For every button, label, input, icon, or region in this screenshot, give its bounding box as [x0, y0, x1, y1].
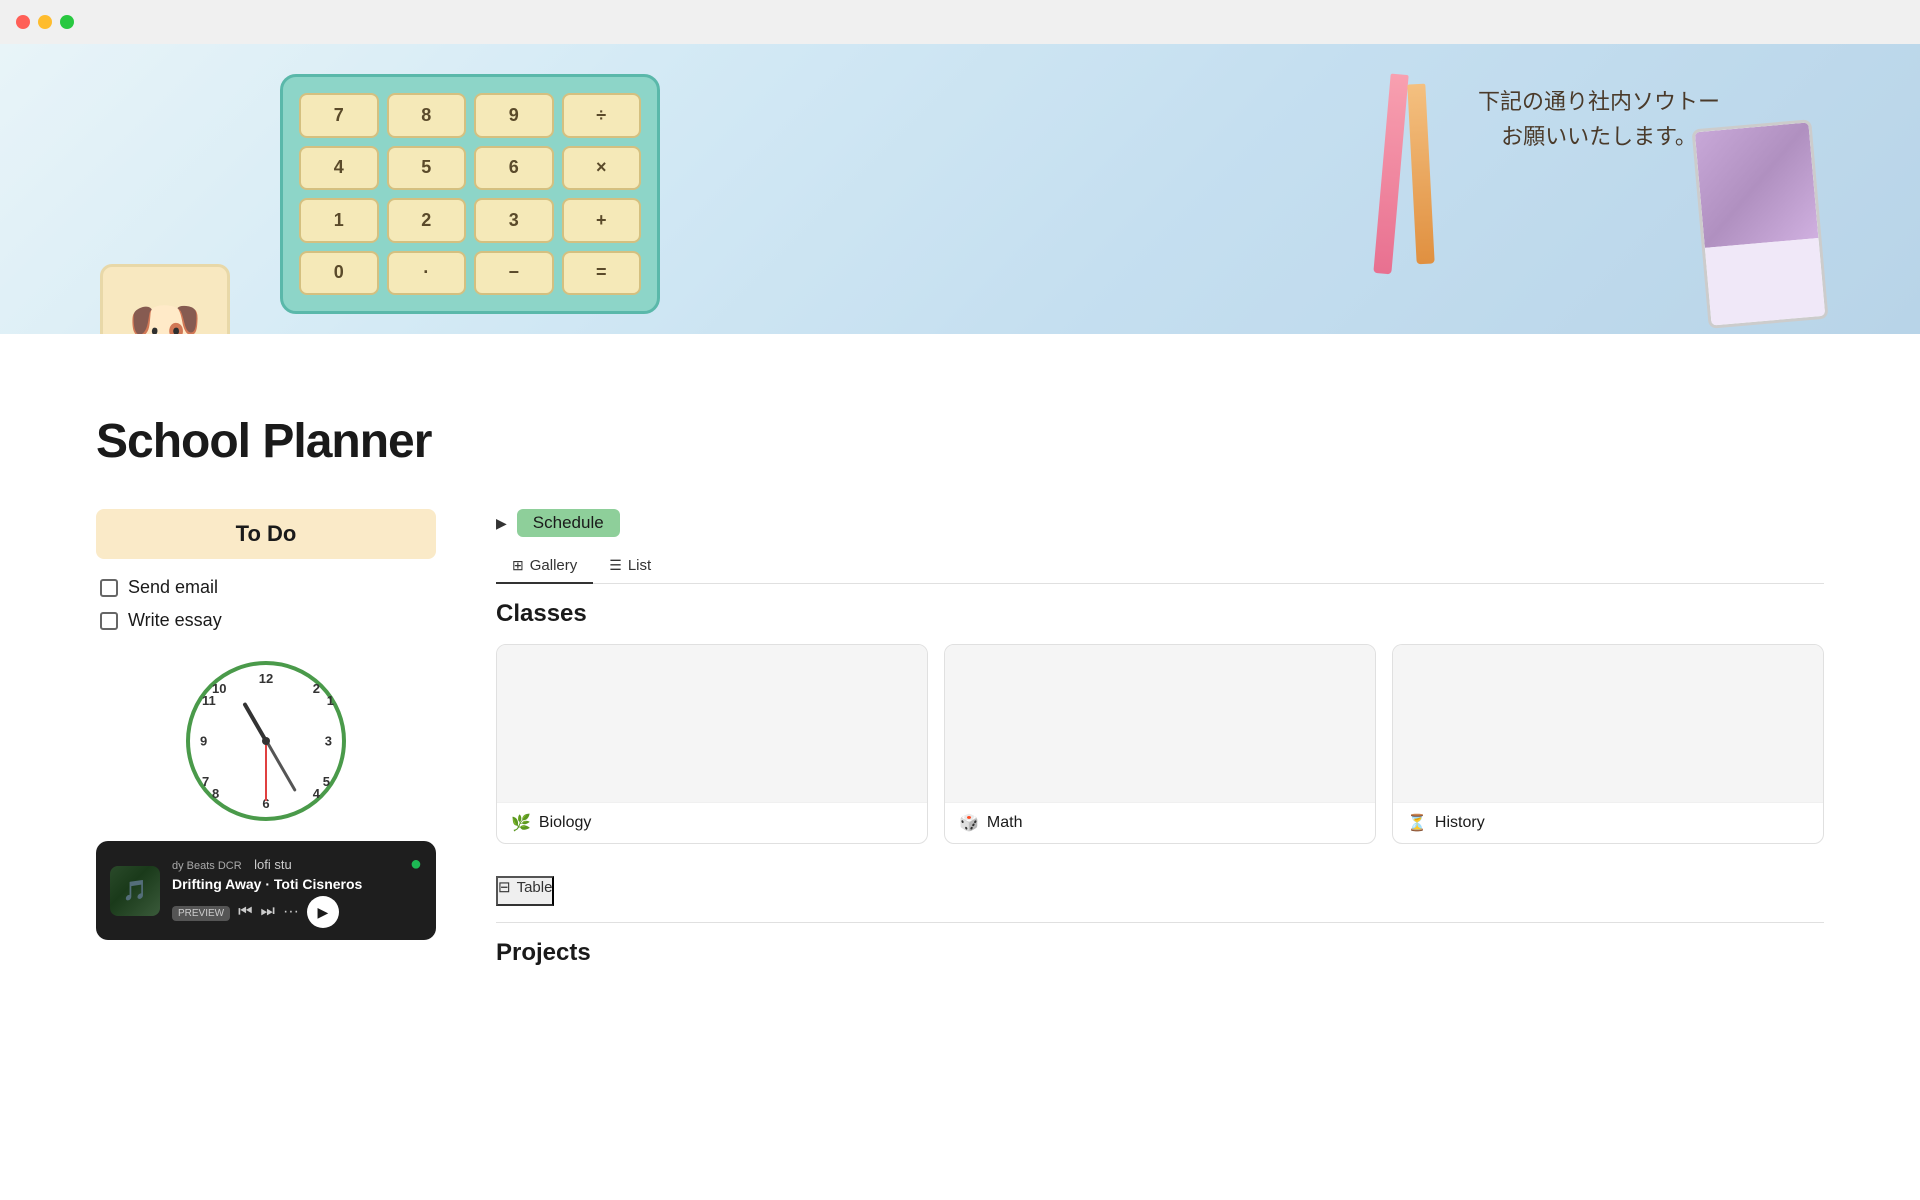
- pencil-decoration-2: [1407, 84, 1434, 265]
- list-item: Send email: [96, 571, 436, 604]
- more-button[interactable]: ···: [283, 903, 299, 921]
- content-columns: To Do Send email Write essay 12 3 6 9: [96, 509, 1824, 967]
- music-info: dy Beats DCR lofi stu ● Drifting Away · …: [172, 853, 422, 928]
- hero-banner: 7 8 9 ÷ 4 5 6 × 1 2 3 + 0 · − = 下記の通り社内ソ…: [0, 44, 1920, 334]
- calc-key: +: [562, 198, 642, 243]
- clock-number-8: 8: [212, 786, 219, 801]
- table-tab-button[interactable]: ⊟ Table: [496, 876, 554, 906]
- gallery-icon: ⊞: [512, 557, 524, 574]
- class-card-math[interactable]: 🎲 Math: [944, 644, 1376, 844]
- minimize-button[interactable]: [38, 15, 52, 29]
- album-art: 🎵: [110, 866, 160, 916]
- card-image-biology: [497, 645, 927, 802]
- calc-key: 6: [474, 146, 554, 191]
- class-card-history[interactable]: ⏳ History: [1392, 644, 1824, 844]
- class-card-biology[interactable]: 🌿 Biology: [496, 644, 928, 844]
- card-label-math: 🎲 Math: [945, 802, 1375, 843]
- music-title: Drifting Away · Toti Cisneros: [172, 876, 422, 892]
- calc-key: 5: [387, 146, 467, 191]
- left-column: To Do Send email Write essay 12 3 6 9: [96, 509, 436, 940]
- calc-key: 4: [299, 146, 379, 191]
- music-app-name: dy Beats DCR: [172, 860, 242, 872]
- biology-icon: 🌿: [511, 813, 531, 833]
- math-icon: 🎲: [959, 813, 979, 833]
- history-icon: ⏳: [1407, 813, 1427, 833]
- gallery-view-button[interactable]: ⊞ Gallery: [496, 549, 593, 584]
- clock-hour-hand: [242, 702, 267, 742]
- calc-key: 8: [387, 93, 467, 138]
- clock-number-3: 3: [325, 734, 332, 749]
- title-bar: [0, 0, 1920, 44]
- todo-item-label: Write essay: [128, 610, 222, 631]
- clock-number-2: 2: [313, 681, 320, 696]
- calc-key: ÷: [562, 93, 642, 138]
- play-button[interactable]: ▶: [307, 896, 339, 928]
- calc-key: ·: [387, 251, 467, 296]
- clock-number-11: 11: [202, 693, 216, 708]
- table-tab-row: ⊟ Table: [496, 876, 1824, 923]
- card-label-biology: 🌿 Biology: [497, 802, 927, 843]
- calc-key: 7: [299, 93, 379, 138]
- projects-section-title: Projects: [496, 939, 1824, 967]
- hero-text: 下記の通り社内ソウトー お願いいたします。: [1478, 84, 1720, 154]
- card-image-history: [1393, 645, 1823, 802]
- clock-number-7: 7: [202, 774, 209, 789]
- card-label-history: ⏳ History: [1393, 802, 1823, 843]
- calc-key: 1: [299, 198, 379, 243]
- card-image-math: [945, 645, 1375, 802]
- todo-header: To Do: [96, 509, 436, 559]
- spotify-icon: ●: [410, 853, 422, 876]
- calc-key: 9: [474, 93, 554, 138]
- calc-key: 2: [387, 198, 467, 243]
- checkbox-write-essay[interactable]: [100, 612, 118, 630]
- main-content: School Planner To Do Send email Write es…: [0, 334, 1920, 1007]
- classes-section-title: Classes: [496, 600, 1824, 628]
- list-item: Write essay: [96, 604, 436, 637]
- prev-button[interactable]: ⏮: [238, 903, 252, 921]
- checkbox-send-email[interactable]: [100, 579, 118, 597]
- calc-key: =: [562, 251, 642, 296]
- schedule-badge[interactable]: Schedule: [517, 509, 620, 537]
- clock-face: 12 3 6 9 2 10 4 8 1 11 5 7: [186, 661, 346, 821]
- todo-item-label: Send email: [128, 577, 218, 598]
- calculator-illustration: 7 8 9 ÷ 4 5 6 × 1 2 3 + 0 · − =: [200, 64, 700, 324]
- clock-center: [262, 737, 270, 745]
- pencil-decoration: [1373, 74, 1408, 275]
- preview-badge: PREVIEW: [172, 906, 230, 921]
- right-column: ▶ Schedule ⊞ Gallery ☰ List Classes: [496, 509, 1824, 967]
- calc-key: 3: [474, 198, 554, 243]
- clock-minute-hand: [265, 740, 297, 792]
- music-playlist: lofi stu: [254, 857, 292, 872]
- close-button[interactable]: [16, 15, 30, 29]
- calc-key: ×: [562, 146, 642, 191]
- clock-number-12: 12: [259, 671, 273, 686]
- list-icon: ☰: [609, 557, 622, 574]
- clock-number-4: 4: [313, 786, 320, 801]
- view-toggle: ⊞ Gallery ☰ List: [496, 549, 1824, 584]
- page-title: School Planner: [96, 414, 1824, 469]
- triangle-icon: ▶: [496, 515, 507, 532]
- music-player: 🎵 dy Beats DCR lofi stu ● Drifting Away …: [96, 841, 436, 940]
- skip-button[interactable]: ⏭: [261, 903, 275, 921]
- maximize-button[interactable]: [60, 15, 74, 29]
- calc-key: −: [474, 251, 554, 296]
- music-controls[interactable]: ⏮ ⏭ ···: [238, 903, 299, 921]
- avatar: 🐶: [100, 264, 230, 334]
- list-view-button[interactable]: ☰ List: [593, 549, 667, 584]
- table-icon: ⊟: [498, 878, 511, 896]
- clock-number-5: 5: [323, 774, 330, 789]
- calc-key: 0: [299, 251, 379, 296]
- clock-number-1: 1: [327, 693, 334, 708]
- classes-grid: 🌿 Biology 🎲 Math ⏳: [496, 644, 1824, 844]
- clock-number-9: 9: [200, 734, 207, 749]
- todo-section: To Do Send email Write essay: [96, 509, 436, 637]
- clock: 12 3 6 9 2 10 4 8 1 11 5 7: [186, 661, 346, 821]
- schedule-header: ▶ Schedule: [496, 509, 1824, 537]
- clock-second-hand: [265, 741, 267, 801]
